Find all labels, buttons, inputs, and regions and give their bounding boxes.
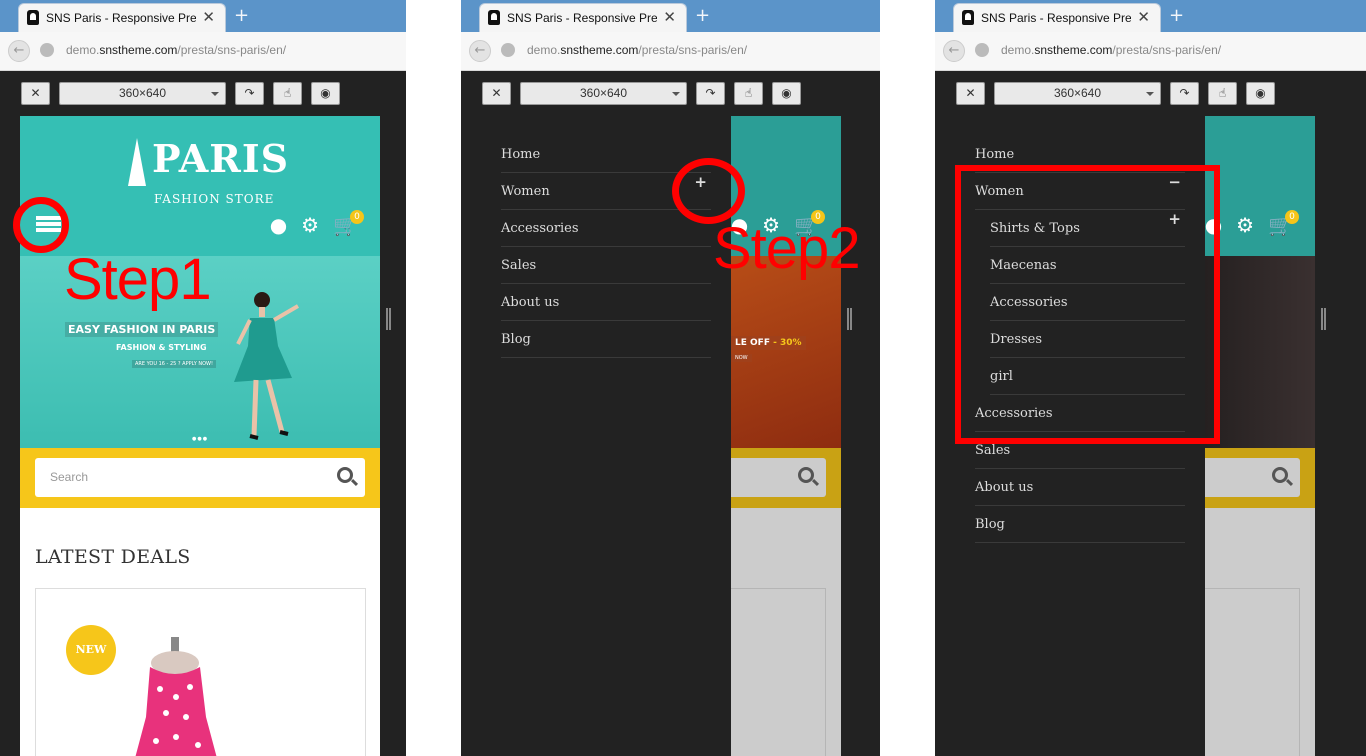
banner-sale-text: LE OFF - 30% [731,336,806,350]
rotate-icon[interactable]: ↷ [1170,82,1199,105]
browser-tabbar: SNS Paris - Responsive Pre... ✕ + [461,0,880,32]
device-close-icon[interactable]: ✕ [482,82,511,105]
phone-viewport: PARIS FASHION STORE ● ⚙ 🛒 0 EASY FASHION I… [20,116,380,756]
device-toolbar: ✕ 360×640 ↷ ☝ ◉ [461,71,880,115]
url-field[interactable]: demo.snstheme.com/presta/sns-paris/en/ [66,43,286,57]
browser-tab[interactable]: SNS Paris - Responsive Pre... ✕ [953,3,1161,32]
gear-icon[interactable]: ⚙ [301,213,319,237]
screenshot-icon[interactable]: ◉ [311,82,340,105]
browser-tab[interactable]: SNS Paris - Responsive Pre... ✕ [18,3,226,32]
back-arrow-icon[interactable]: ← [943,40,965,62]
search-bar: Search [20,448,380,508]
screenshot-panel-step1: SNS Paris - Responsive Pre... ✕ + ← demo… [0,0,406,756]
back-arrow-icon[interactable]: ← [8,40,30,62]
search-placeholder: Search [50,470,89,484]
search-icon[interactable] [337,467,353,483]
phone-viewport: ● ⚙ 🛒 0 LE OFF - 30% NOW Home Women + Acces… [481,116,841,756]
tab-close-icon[interactable]: ✕ [202,8,215,26]
banner-subheadline: FASHION & STYLING [116,343,207,352]
slider-dots[interactable]: ●●● [192,436,208,442]
cart-count-badge: 0 [350,210,364,224]
device-size-select[interactable]: 360×640 [520,82,687,105]
menu-item-blog[interactable]: Blog [501,321,711,358]
touch-icon[interactable]: ☝ [273,82,302,105]
menu-item-about[interactable]: About us [501,284,711,321]
submenu-highlight-box [955,165,1220,444]
banner-headline: EASY FASHION IN PARIS [65,322,219,337]
screenshot-icon[interactable]: ◉ [772,82,801,105]
user-icon[interactable]: ● [270,213,287,237]
logo-title: PARIS [152,136,290,181]
tab-title: SNS Paris - Responsive Pre... [507,11,657,25]
resize-handle[interactable] [386,308,391,330]
dress-image [135,637,217,756]
section-title: LATEST DEALS [35,546,191,568]
menu-item-accessories[interactable]: Accessories [501,210,711,247]
logo-subtitle: FASHION STORE [154,192,275,206]
new-tab-button[interactable]: + [695,5,710,26]
device-close-icon[interactable]: ✕ [21,82,50,105]
search-input[interactable]: Search [35,458,365,497]
search-icon[interactable] [798,467,814,483]
globe-icon [40,43,54,57]
favicon-icon [962,10,974,25]
address-bar: ← demo.snstheme.com/presta/sns-paris/en/ [935,32,1366,71]
resize-handle[interactable] [1321,308,1326,330]
rotate-icon[interactable]: ↷ [696,82,725,105]
new-badge: NEW [66,625,116,675]
device-toolbar: ✕ 360×640 ↷ ☝ ◉ [935,71,1366,115]
search-icon[interactable] [1272,467,1288,483]
separator [406,0,461,756]
step2-label: Step2 [713,216,861,281]
browser-tabbar: SNS Paris - Responsive Pre... ✕ + [935,0,1366,32]
menu-item-sales[interactable]: Sales [501,247,711,284]
favicon-icon [488,10,500,25]
url-field[interactable]: demo.snstheme.com/presta/sns-paris/en/ [1001,43,1221,57]
resize-handle[interactable] [847,308,852,330]
menu-item-home[interactable]: Home [501,136,711,173]
product-card[interactable]: NEW [35,588,366,756]
menu-item-about[interactable]: About us [975,469,1185,506]
new-tab-button[interactable]: + [1169,5,1184,26]
menu-item-blog[interactable]: Blog [975,506,1185,543]
device-size-select[interactable]: 360×640 [59,82,226,105]
globe-icon [501,43,515,57]
tab-title: SNS Paris - Responsive Pre... [46,11,196,25]
screenshot-icon[interactable]: ◉ [1246,82,1275,105]
favicon-icon [27,10,39,25]
device-close-icon[interactable]: ✕ [956,82,985,105]
eiffel-tower-icon [128,138,146,186]
globe-icon [975,43,989,57]
touch-icon[interactable]: ☝ [1208,82,1237,105]
cart-count-badge: 0 [1285,210,1299,224]
browser-tabbar: SNS Paris - Responsive Pre... ✕ + [0,0,406,32]
device-toolbar: ✕ 360×640 ↷ ☝ ◉ [0,71,406,115]
screenshot-panel-result: SNS Paris - Responsive Pre... ✕ + ← demo… [935,0,1366,756]
tab-close-icon[interactable]: ✕ [663,8,676,26]
step1-highlight-ring [13,197,69,253]
separator [880,0,935,756]
store-header: PARIS FASHION STORE ● ⚙ 🛒 0 [20,116,380,256]
browser-tab[interactable]: SNS Paris - Responsive Pre... ✕ [479,3,687,32]
back-arrow-icon[interactable]: ← [469,40,491,62]
header-icons: ● ⚙ 🛒 [256,213,358,237]
device-size-select[interactable]: 360×640 [994,82,1161,105]
touch-icon[interactable]: ☝ [734,82,763,105]
new-tab-button[interactable]: + [234,5,249,26]
banner-cta: NOW [731,354,752,362]
url-field[interactable]: demo.snstheme.com/presta/sns-paris/en/ [527,43,747,57]
model-image [234,292,300,440]
step1-label: Step1 [64,247,212,312]
gear-icon[interactable]: ⚙ [1236,213,1254,237]
tab-title: SNS Paris - Responsive Pre... [981,11,1131,25]
address-bar: ← demo.snstheme.com/presta/sns-paris/en/ [0,32,406,71]
address-bar: ← demo.snstheme.com/presta/sns-paris/en/ [461,32,880,71]
screenshot-panel-step2: SNS Paris - Responsive Pre... ✕ + ← demo… [461,0,880,756]
banner-cta: ARE YOU 16 - 25 ? APPLY NOW! [132,360,216,368]
tab-close-icon[interactable]: ✕ [1137,8,1150,26]
rotate-icon[interactable]: ↷ [235,82,264,105]
